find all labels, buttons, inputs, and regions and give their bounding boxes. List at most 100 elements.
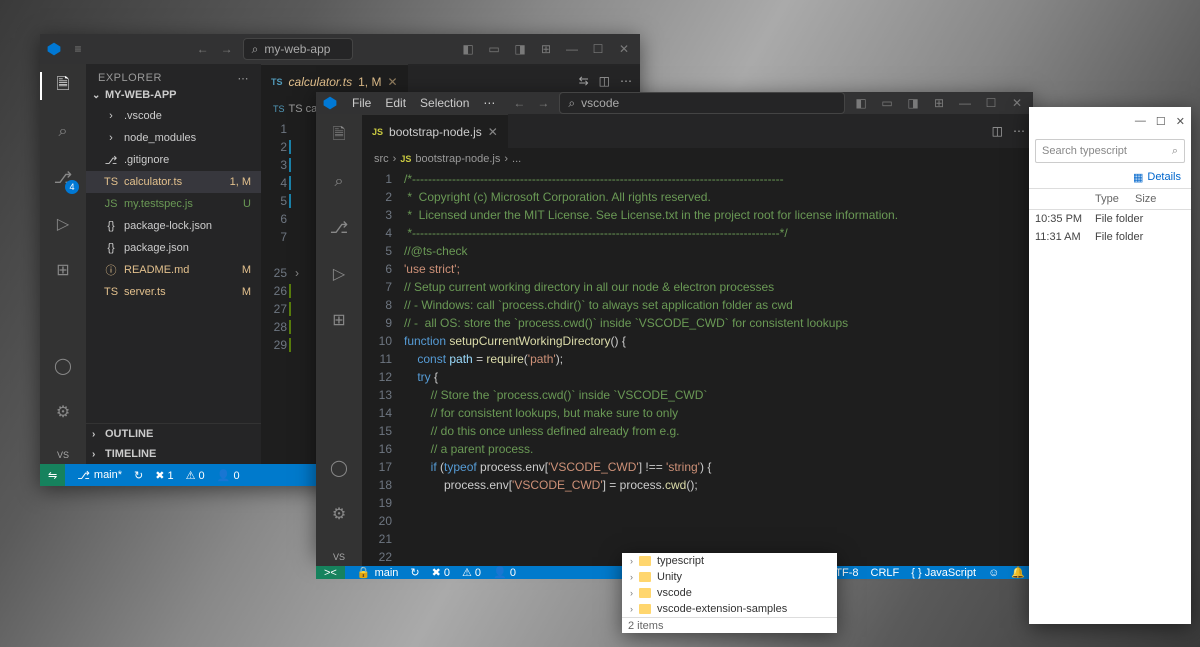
remote-indicator[interactable]: ⇋ <box>40 464 65 486</box>
details-label: Details <box>1147 171 1181 184</box>
close-icon[interactable]: ✕ <box>1007 93 1027 113</box>
status-other[interactable]: 👤 0 <box>493 566 516 579</box>
panel-bottom-icon[interactable]: ▭ <box>877 93 897 113</box>
debug-icon[interactable]: ▷ <box>51 212 75 236</box>
problems-errors[interactable]: ✖ 0 <box>432 566 450 579</box>
tree-item[interactable]: ›node_modules <box>86 127 261 149</box>
scm-icon[interactable]: ⎇ <box>327 216 351 240</box>
minimize-icon[interactable]: — <box>955 93 975 113</box>
command-center-text: my-web-app <box>264 42 330 56</box>
tree-item[interactable]: {}package.json <box>86 237 261 259</box>
tree-item[interactable]: TSserver.tsM <box>86 281 261 303</box>
search-icon[interactable]: ⌕ <box>327 170 351 194</box>
split-icon[interactable]: ◫ <box>992 124 1003 138</box>
panel-left-icon[interactable]: ◧ <box>851 93 871 113</box>
explorer-icon[interactable]: 🗎 <box>51 74 75 98</box>
problems-warnings[interactable]: ⚠ 0 <box>186 469 205 482</box>
file-icon: {} <box>104 242 118 254</box>
explorer-title: EXPLORER <box>98 72 162 85</box>
compare-icon[interactable]: ⇆ <box>579 74 589 88</box>
problems-warnings[interactable]: ⚠ 0 <box>462 566 481 579</box>
sync-icon[interactable]: ↻ <box>134 469 143 482</box>
list-item[interactable]: ›vscode <box>622 585 837 601</box>
vs-badge: VS <box>329 548 349 566</box>
search-icon[interactable]: ⌕ <box>51 120 75 144</box>
problems-errors[interactable]: ✖ 1 <box>155 469 173 482</box>
file-explorer-snippet: ›typescript›Unity›vscode›vscode-extensio… <box>622 553 837 633</box>
tab-bootstrap[interactable]: JS bootstrap-node.js ✕ <box>362 114 508 148</box>
menu-file[interactable]: File <box>352 96 371 110</box>
menu-edit[interactable]: Edit <box>385 96 406 110</box>
menu-more-icon[interactable]: ⋯ <box>483 96 495 110</box>
gear-icon[interactable]: ⚙ <box>51 400 75 424</box>
close-tab-icon[interactable]: ✕ <box>387 75 397 89</box>
account-icon[interactable]: ◯ <box>327 456 351 480</box>
extensions-icon[interactable]: ⊞ <box>51 258 75 282</box>
command-center[interactable]: my-web-app <box>243 38 354 60</box>
panel-left-icon[interactable]: ◧ <box>458 39 478 59</box>
bell-icon[interactable]: 🔔 <box>1011 566 1025 579</box>
tree-item[interactable]: TScalculator.ts1, M <box>86 171 261 193</box>
scm-icon[interactable]: ⎇4 <box>51 166 75 190</box>
file-label: package-lock.json <box>124 220 212 232</box>
account-icon[interactable]: ◯ <box>51 354 75 378</box>
remote-indicator[interactable]: >< <box>316 566 345 579</box>
tree-item[interactable]: ⎇.gitignore <box>86 149 261 171</box>
forward-icon[interactable]: → <box>533 93 553 113</box>
gear-icon[interactable]: ⚙ <box>327 502 351 526</box>
editor-text[interactable]: /*--------------------------------------… <box>404 170 1033 566</box>
more-icon[interactable]: ⋯ <box>1013 124 1025 138</box>
debug-icon[interactable]: ▷ <box>327 262 351 286</box>
panel-bottom-icon[interactable]: ▭ <box>484 39 504 59</box>
minimize-icon[interactable]: — <box>1135 115 1146 127</box>
tree-item[interactable]: ⓘREADME.mdM <box>86 259 261 281</box>
more-icon[interactable]: ⋯ <box>620 74 632 88</box>
list-item[interactable]: 10:35 PMFile folder <box>1029 210 1191 228</box>
forward-icon[interactable]: → <box>217 39 237 59</box>
close-icon[interactable]: ✕ <box>614 39 634 59</box>
column-headers[interactable]: TypeSize <box>1029 189 1191 210</box>
folder-icon <box>639 604 651 614</box>
list-item[interactable]: ›Unity <box>622 569 837 585</box>
back-icon[interactable]: ← <box>193 39 213 59</box>
timeline-section[interactable]: TIMELINE <box>86 444 261 464</box>
layout-icon[interactable]: ⊞ <box>929 93 949 113</box>
split-icon[interactable]: ◫ <box>599 74 610 88</box>
close-tab-icon[interactable]: ✕ <box>488 125 498 139</box>
search-input[interactable]: Search typescript ⌕ <box>1035 139 1185 163</box>
menu-selection[interactable]: Selection <box>420 96 469 110</box>
nav-history: ← → <box>193 39 237 59</box>
outline-section[interactable]: OUTLINE <box>86 424 261 444</box>
branch-indicator[interactable]: 🔒 main <box>357 566 399 579</box>
tree-item[interactable]: JSmy.testspec.jsU <box>86 193 261 215</box>
panel-right-icon[interactable]: ◨ <box>510 39 530 59</box>
explorer-menu-icon[interactable]: ⋯ <box>238 72 250 85</box>
back-icon[interactable]: ← <box>509 93 529 113</box>
status-other[interactable]: 👤 0 <box>217 469 240 482</box>
explorer-icon[interactable]: 🗎 <box>327 124 351 148</box>
sync-icon[interactable]: ↻ <box>410 566 419 579</box>
language-mode[interactable]: { } JavaScript <box>911 567 976 579</box>
folder-header[interactable]: MY-WEB-APP <box>86 85 261 105</box>
tree-item[interactable]: {}package-lock.json <box>86 215 261 237</box>
breadcrumb[interactable]: src› JS bootstrap-node.js›... <box>362 148 1033 170</box>
extensions-icon[interactable]: ⊞ <box>327 308 351 332</box>
eol[interactable]: CRLF <box>871 567 900 579</box>
panel-right-icon[interactable]: ◨ <box>903 93 923 113</box>
layout-controls: ◧ ▭ ◨ ⊞ — ☐ ✕ <box>458 39 634 59</box>
command-center[interactable]: vscode <box>559 92 845 114</box>
close-icon[interactable]: ✕ <box>1176 115 1185 128</box>
list-item[interactable]: ›vscode-extension-samples <box>622 601 837 617</box>
hamburger-icon[interactable]: ≡ <box>68 39 88 59</box>
maximize-icon[interactable]: ☐ <box>1156 115 1166 128</box>
layout-icon[interactable]: ⊞ <box>536 39 556 59</box>
maximize-icon[interactable]: ☐ <box>981 93 1001 113</box>
details-toggle[interactable]: ▦ Details <box>1029 167 1191 189</box>
feedback-icon[interactable]: ☺ <box>988 567 999 579</box>
list-item[interactable]: 11:31 AMFile folder <box>1029 228 1191 246</box>
maximize-icon[interactable]: ☐ <box>588 39 608 59</box>
tree-item[interactable]: ›.vscode <box>86 105 261 127</box>
list-item[interactable]: ›typescript <box>622 553 837 569</box>
branch-indicator[interactable]: ⎇ main* <box>77 469 122 482</box>
minimize-icon[interactable]: — <box>562 39 582 59</box>
